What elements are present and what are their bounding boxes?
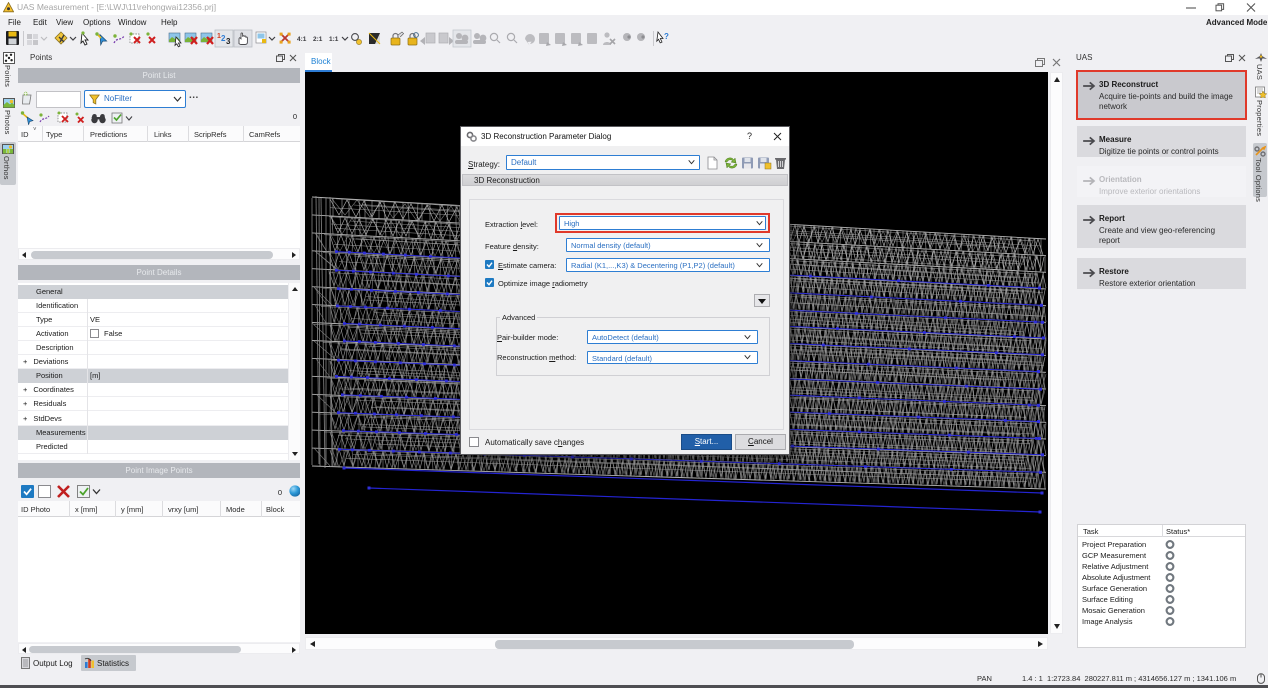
svg-text:4:1: 4:1	[297, 36, 307, 43]
svg-text:2:1: 2:1	[313, 36, 323, 43]
svg-text:Relative Adjustment: Relative Adjustment	[1082, 562, 1149, 571]
svg-text:Mosaic Generation: Mosaic Generation	[1082, 606, 1145, 615]
svg-text:3: 3	[226, 37, 231, 46]
svg-text:Surface Generation: Surface Generation	[1082, 584, 1147, 593]
svg-text:Image Analysis: Image Analysis	[1082, 617, 1133, 626]
svg-text:GCP Measurement: GCP Measurement	[1082, 551, 1147, 560]
svg-text:Project Preparation: Project Preparation	[1082, 540, 1146, 549]
svg-text:1:1: 1:1	[329, 36, 339, 43]
svg-text:Surface Editing: Surface Editing	[1082, 595, 1133, 604]
svg-text:?: ?	[664, 32, 669, 41]
svg-text:Absolute Adjustment: Absolute Adjustment	[1082, 573, 1151, 582]
